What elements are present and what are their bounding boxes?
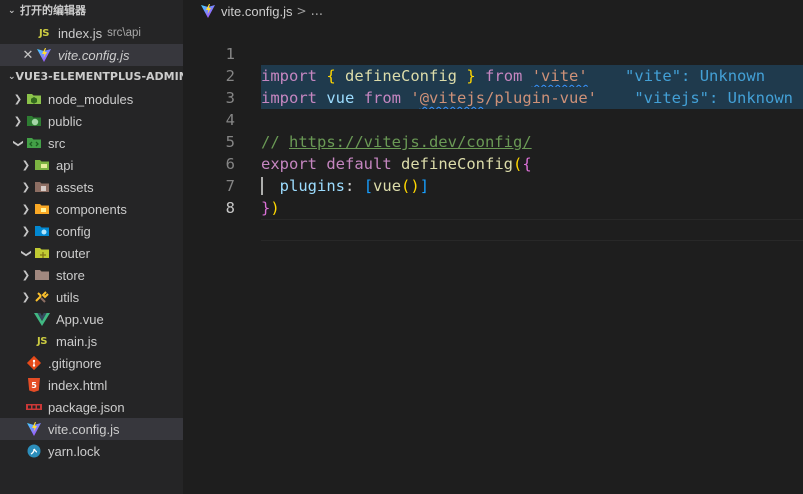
vite-icon bbox=[200, 3, 216, 19]
code-line-8: 8 bbox=[183, 175, 803, 241]
tree-item-label: src bbox=[48, 135, 66, 151]
chevron-right-icon: ❯ bbox=[21, 181, 31, 193]
code-line-6: 6 plugins: [vue()] bbox=[183, 131, 803, 195]
chevron-right-icon: ❯ bbox=[21, 203, 31, 215]
chevron-down-icon: ⌄ bbox=[8, 6, 16, 16]
code-line-3: 3 bbox=[183, 65, 803, 107]
src-folder-icon bbox=[26, 135, 42, 151]
open-editor-label: vite.config.js bbox=[58, 47, 130, 63]
assets-folder-icon bbox=[34, 179, 50, 195]
chevron-right-icon: ❯ bbox=[21, 291, 31, 303]
tree-item-label: App.vue bbox=[56, 311, 104, 327]
router-folder-icon bbox=[34, 245, 50, 261]
tree-item-label: store bbox=[56, 267, 85, 283]
vite-icon bbox=[26, 421, 42, 437]
breadcrumb: vite.config.js > ... bbox=[183, 0, 803, 22]
tree-item-yarn-lock[interactable]: yarn.lock bbox=[0, 440, 183, 462]
tree-item-label: node_modules bbox=[48, 91, 134, 107]
tree-item-label: utils bbox=[56, 289, 80, 305]
tree-item-router[interactable]: ❯ router bbox=[0, 242, 183, 264]
line-content: }) bbox=[261, 199, 280, 217]
chevron-down-icon: ❯ bbox=[12, 138, 24, 148]
tree-item-label: api bbox=[56, 157, 74, 173]
code-line-1: 1 import { defineConfig } from 'vite' "v… bbox=[183, 21, 803, 87]
chevron-right-icon: ❯ bbox=[21, 225, 31, 237]
line-number: 8 bbox=[225, 199, 235, 217]
node-modules-folder-icon bbox=[26, 91, 42, 107]
project-title: VUE3-ELEMENTPLUS-ADMIN bbox=[15, 70, 183, 83]
close-icon[interactable]: ✕ bbox=[20, 48, 36, 63]
tree-item-label: vite.config.js bbox=[48, 421, 120, 437]
tree-item-gitignore[interactable]: .gitignore bbox=[0, 352, 183, 374]
code-editor[interactable]: vite.config.js > ... 1 import { defineCo… bbox=[183, 0, 803, 494]
open-editors-header[interactable]: ⌄ 打开的编辑器 bbox=[0, 0, 183, 22]
tree-item-app-vue[interactable]: App.vue bbox=[0, 308, 183, 330]
open-editor-vite-config[interactable]: ✕ vite.config.js bbox=[0, 44, 183, 66]
tree-item-label: router bbox=[56, 245, 90, 261]
chevron-down-icon: ⌄ bbox=[8, 72, 16, 82]
html-icon: 5 bbox=[26, 377, 42, 393]
code-line-4: 4 // https://vitejs.dev/config/ bbox=[183, 87, 803, 151]
tree-item-utils[interactable]: ❯ utils bbox=[0, 286, 183, 308]
tree-item-public[interactable]: ❯ public bbox=[0, 110, 183, 132]
breadcrumb-file[interactable]: vite.config.js bbox=[221, 4, 293, 19]
breadcrumb-separator: > bbox=[296, 4, 307, 18]
tree-item-node-modules[interactable]: ❯ node_modules bbox=[0, 88, 183, 110]
tree-item-label: package.json bbox=[48, 399, 125, 415]
tree-item-index-html[interactable]: 5 index.html bbox=[0, 374, 183, 396]
js-icon: JS bbox=[39, 27, 49, 39]
open-editor-index-js[interactable]: JS index.js src\api bbox=[0, 22, 183, 44]
explorer-header[interactable]: ⌄ VUE3-ELEMENTPLUS-ADMIN bbox=[0, 66, 183, 88]
public-folder-icon bbox=[26, 113, 42, 129]
tree-item-label: .gitignore bbox=[48, 355, 102, 371]
tree-item-main-js[interactable]: JS main.js bbox=[0, 330, 183, 352]
tree-item-components[interactable]: ❯ components bbox=[0, 198, 183, 220]
git-icon bbox=[26, 355, 42, 371]
chevron-right-icon: ❯ bbox=[21, 269, 31, 281]
tree-item-assets[interactable]: ❯ assets bbox=[0, 176, 183, 198]
code-line-7: 7 }) bbox=[183, 153, 803, 217]
chevron-right-icon: ❯ bbox=[13, 115, 23, 127]
yarn-icon bbox=[26, 443, 42, 459]
code-line-2: 2 import vue from '@vitejs/plugin-vue' "… bbox=[183, 43, 803, 109]
breadcrumb-more[interactable]: ... bbox=[311, 4, 323, 19]
chevron-right-icon: ❯ bbox=[21, 159, 31, 171]
tree-item-label: assets bbox=[56, 179, 94, 195]
api-folder-icon bbox=[34, 157, 50, 173]
tree-item-api[interactable]: ❯ api bbox=[0, 154, 183, 176]
text-cursor bbox=[261, 177, 263, 195]
store-folder-icon bbox=[34, 267, 50, 283]
tree-item-label: index.html bbox=[48, 377, 108, 393]
open-editor-description: src\api bbox=[107, 27, 141, 39]
npm-icon bbox=[26, 399, 42, 415]
config-folder-icon bbox=[34, 223, 50, 239]
tree-item-config[interactable]: ❯ config bbox=[0, 220, 183, 242]
utils-folder-icon bbox=[34, 289, 50, 305]
code-line-5: 5 export default defineConfig({ bbox=[183, 109, 803, 173]
code-area[interactable]: 1 import { defineConfig } from 'vite' "v… bbox=[183, 21, 803, 241]
chevron-right-icon: ❯ bbox=[13, 93, 23, 105]
open-editor-label: index.js bbox=[58, 25, 103, 41]
components-folder-icon bbox=[34, 201, 50, 217]
chevron-down-icon: ❯ bbox=[20, 248, 32, 258]
tree-item-src[interactable]: ❯ src bbox=[0, 132, 183, 154]
svg-text:5: 5 bbox=[31, 381, 37, 390]
js-icon: JS bbox=[37, 335, 47, 347]
tree-item-package-json[interactable]: package.json bbox=[0, 396, 183, 418]
explorer-sidebar: ⌄ 打开的编辑器 JS index.js src\api ✕ vite.conf… bbox=[0, 0, 183, 494]
tree-item-label: components bbox=[56, 201, 127, 217]
open-editors-title: 打开的编辑器 bbox=[20, 4, 86, 17]
tree-item-store[interactable]: ❯ store bbox=[0, 264, 183, 286]
tree-item-label: yarn.lock bbox=[48, 443, 101, 459]
tree-item-label: main.js bbox=[56, 333, 98, 349]
vite-icon bbox=[36, 47, 52, 63]
tree-item-label: config bbox=[56, 223, 91, 239]
tree-item-vite-config[interactable]: vite.config.js bbox=[0, 418, 183, 440]
vue-icon bbox=[34, 311, 50, 327]
tree-item-label: public bbox=[48, 113, 82, 129]
line-content bbox=[261, 219, 803, 241]
